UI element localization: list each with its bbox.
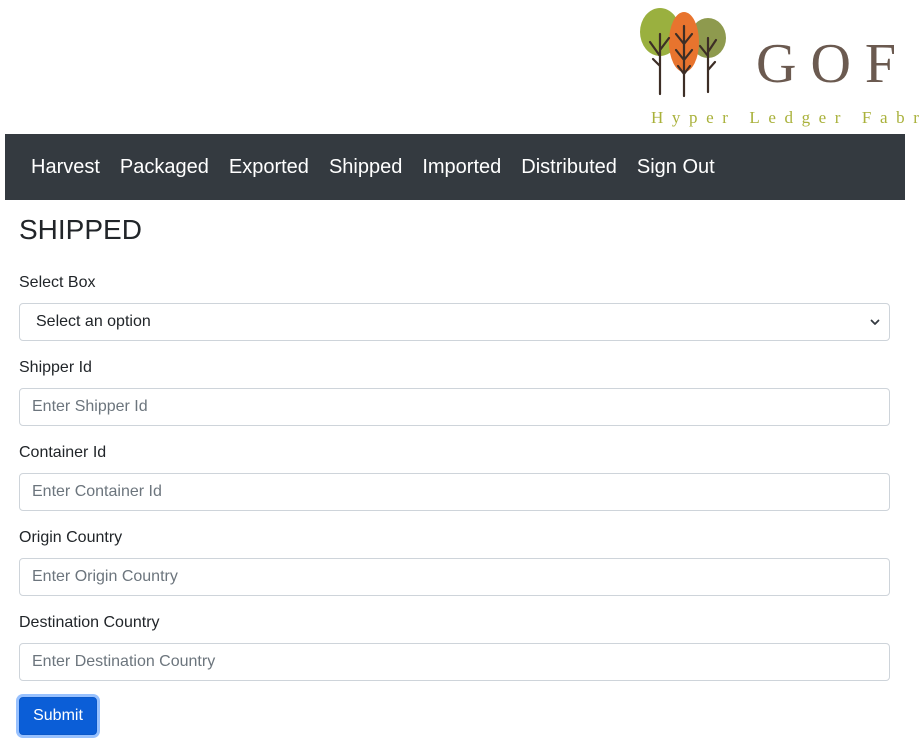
select-box-dropdown[interactable]: Select an option xyxy=(19,303,890,341)
nav-item-harvest[interactable]: Harvest xyxy=(21,156,110,179)
shipper-id-label: Shipper Id xyxy=(19,359,92,376)
origin-country-label: Origin Country xyxy=(19,529,123,546)
chevron-down-icon xyxy=(870,319,880,325)
nav-item-sign-out[interactable]: Sign Out xyxy=(627,156,725,179)
nav-item-imported[interactable]: Imported xyxy=(412,156,511,179)
trees-logo-icon xyxy=(640,8,726,98)
page-title: SHIPPED xyxy=(19,214,142,245)
select-box-label: Select Box xyxy=(19,274,96,291)
logo-subtitle: Hyper Ledger Fabric xyxy=(651,108,921,127)
nav-item-shipped[interactable]: Shipped xyxy=(319,156,412,179)
nav-item-distributed[interactable]: Distributed xyxy=(511,156,627,179)
brand-logo: GOF Hyper Ledger Fabric xyxy=(636,4,921,130)
submit-button[interactable]: Submit xyxy=(19,697,97,735)
destination-country-input[interactable] xyxy=(19,643,890,681)
select-box-value: Select an option xyxy=(36,313,151,330)
container-id-input[interactable] xyxy=(19,473,890,511)
shipper-id-input[interactable] xyxy=(19,388,890,426)
origin-country-input[interactable] xyxy=(19,558,890,596)
nav-item-packaged[interactable]: Packaged xyxy=(110,156,219,179)
top-navbar: Harvest Packaged Exported Shipped Import… xyxy=(5,134,905,200)
destination-country-label: Destination Country xyxy=(19,614,160,631)
container-id-label: Container Id xyxy=(19,444,107,461)
logo-title: GOF xyxy=(756,33,911,95)
nav-item-exported[interactable]: Exported xyxy=(219,156,319,179)
